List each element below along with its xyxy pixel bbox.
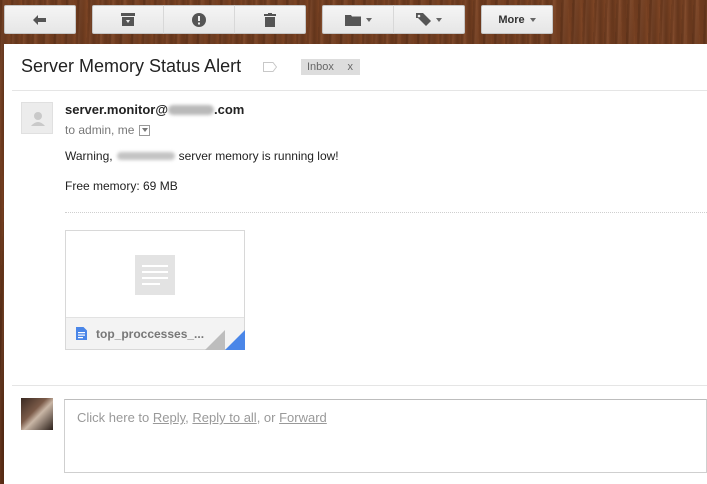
body-prefix: Warning, [65,149,113,163]
reply-link[interactable]: Reply [153,410,185,425]
labels-button[interactable] [393,5,465,34]
chevron-down-icon [436,17,442,22]
delete-button[interactable] [234,5,306,34]
importance-marker-icon[interactable] [263,61,278,72]
reply-box[interactable]: Click here to Reply, Reply to all, or Fo… [64,399,707,473]
folder-icon [344,14,361,26]
subject-row: Server Memory Status Alert [21,56,278,77]
redacted-domain [168,105,214,115]
move-to-button[interactable] [322,5,394,34]
body-suffix: server memory is running low! [178,149,339,163]
remove-label-button[interactable]: x [348,61,354,73]
more-button-label: More [498,13,525,26]
divider [12,90,707,91]
recipients-line: to admin, me [65,123,151,137]
archive-icon [121,13,135,26]
back-arrow-icon [33,14,46,25]
back-button[interactable] [4,5,76,34]
toolbar: More [0,0,707,44]
attachment-filename: top_proccesses_... [96,326,205,341]
message-body-line: Warning, server memory is running low! [65,149,339,163]
chevron-down-icon [529,17,536,22]
chevron-down-icon [365,17,372,22]
document-icon [76,327,87,340]
sender-address[interactable]: server.monitor@ .com [65,102,244,117]
delete-icon [264,12,276,27]
divider [12,385,707,386]
inbox-label-text: Inbox [307,61,334,73]
reply-all-link[interactable]: Reply to all [192,410,256,425]
redacted-server-name [116,152,175,160]
free-memory-line: Free memory: 69 MB [65,179,178,193]
archive-button[interactable] [92,5,164,34]
forward-link[interactable]: Forward [279,410,327,425]
person-icon [31,112,45,126]
user-avatar[interactable] [21,398,53,430]
attachment-card[interactable]: top_proccesses_... [65,230,245,350]
label-tag-icon [416,13,431,26]
report-spam-button[interactable] [163,5,235,34]
message-subject: Server Memory Status Alert [21,56,242,76]
sender-avatar[interactable] [21,102,53,134]
more-button[interactable]: More [481,5,553,34]
report-spam-icon [192,12,206,27]
message-panel: Server Memory Status Alert Inbox x serve… [4,44,707,484]
document-preview-icon [135,255,175,295]
inbox-label-chip[interactable]: Inbox x [301,59,360,75]
chevron-down-icon [141,128,148,132]
reply-sep-2: , or [256,410,280,425]
attachment-corner-fold [205,330,245,350]
sender-suffix: .com [214,102,245,117]
reply-prompt-text: Click here to [77,410,153,425]
recipients-text: to admin, me [65,123,135,137]
show-details-button[interactable] [139,124,151,136]
attachment-divider [65,212,707,213]
sender-prefix: server.monitor@ [65,102,168,117]
